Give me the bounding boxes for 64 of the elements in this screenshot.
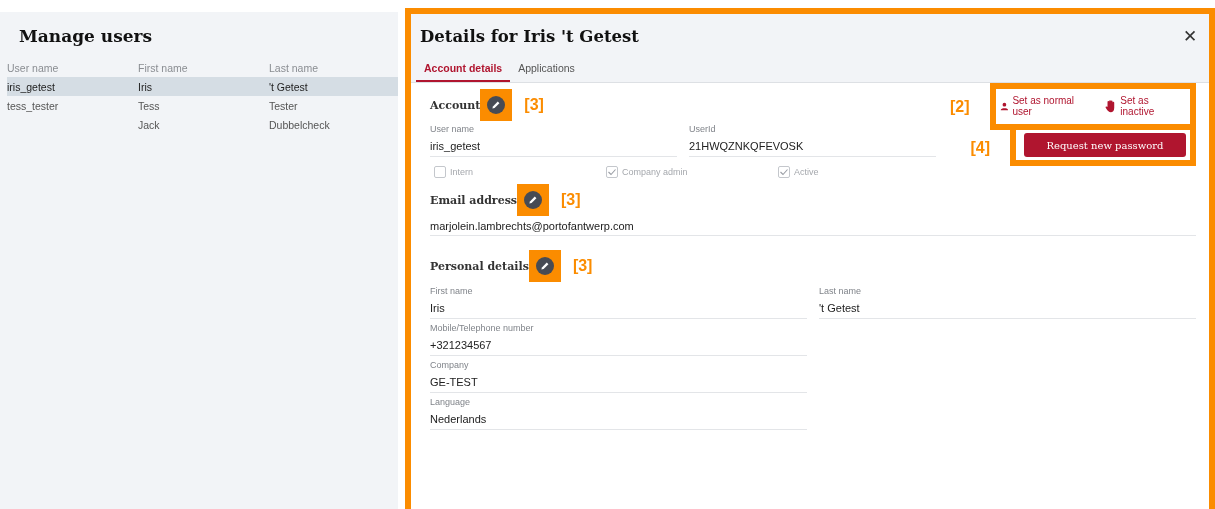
- checkbox[interactable]: [778, 166, 790, 178]
- text-field[interactable]: Last name 't Getest: [819, 286, 1196, 319]
- table-cell: Iris: [138, 80, 152, 93]
- table-cell: 't Getest: [269, 80, 308, 93]
- section-title: Email address: [430, 193, 518, 207]
- checkbox[interactable]: [434, 166, 446, 178]
- field-value: Iris: [430, 302, 446, 314]
- column-header: First name: [138, 61, 189, 74]
- table-cell: Jack: [138, 118, 160, 131]
- text-field[interactable]: UserId 21HWQZNKQFEVOSK: [689, 124, 936, 157]
- field-value: GE-TEST: [430, 376, 479, 388]
- column-header: User name: [7, 61, 60, 74]
- table-cell: tess_tester: [7, 99, 59, 112]
- request-password-button[interactable]: Request new password: [1024, 133, 1186, 157]
- field-label: First name: [430, 286, 474, 296]
- annotation-label: [3]: [572, 257, 593, 275]
- table-cell: Tester: [269, 99, 298, 112]
- page-title: Manage users: [19, 26, 154, 46]
- tab[interactable]: Applications: [510, 57, 583, 82]
- field-label: Language: [430, 397, 472, 407]
- user-row[interactable]: iris_getest Iris 't Getest: [7, 77, 398, 96]
- text-field[interactable]: First name Iris: [430, 286, 807, 319]
- checkbox[interactable]: [606, 166, 618, 178]
- table-cell: Dubbelcheck: [269, 118, 330, 131]
- field-label: Last name: [819, 286, 863, 296]
- field-value: marjolein.lambrechts@portofantwerp.com: [430, 220, 635, 232]
- email-field[interactable]: marjolein.lambrechts@portofantwerp.com: [430, 220, 1196, 236]
- column-header: Last name: [269, 61, 320, 74]
- field-value: iris_getest: [430, 140, 482, 152]
- field-value: 21HWQZNKQFEVOSK: [689, 140, 805, 152]
- text-field[interactable]: Company GE-TEST: [430, 360, 807, 393]
- field-label: Company: [430, 360, 470, 370]
- annotation-label: [3]: [524, 96, 544, 114]
- field-label: UserId: [689, 124, 717, 134]
- section-title: Account: [430, 98, 481, 112]
- field-value: +321234567: [430, 339, 493, 351]
- text-field[interactable]: Language Nederlands: [430, 397, 807, 430]
- field-label: Mobile/Telephone number: [430, 323, 535, 333]
- person-icon: [999, 101, 1009, 111]
- field-value: Nederlands: [430, 413, 488, 425]
- table-cell: Tess: [138, 99, 160, 112]
- table-cell: iris_getest: [7, 80, 55, 93]
- section-title: Personal details: [430, 259, 529, 273]
- dialog-title: Details for Iris 't Getest: [420, 27, 639, 46]
- close-button[interactable]: ✕: [1181, 26, 1199, 47]
- checkbox-label: Company admin: [622, 167, 688, 177]
- checkbox-label: Active: [794, 167, 819, 177]
- user-row[interactable]: Jack Dubbelcheck: [7, 115, 398, 134]
- field-label: User name: [430, 124, 475, 134]
- edit-icon[interactable]: [487, 96, 506, 114]
- action-link[interactable]: Set as inactive: [1104, 95, 1184, 117]
- edit-icon[interactable]: [535, 257, 554, 275]
- user-row[interactable]: tess_tester Tess Tester: [7, 96, 398, 115]
- annotation-label: [2]: [950, 97, 970, 116]
- field-value: 't Getest: [819, 302, 861, 314]
- tab[interactable]: Account details: [416, 57, 511, 82]
- checkbox-label: Intern: [450, 167, 473, 177]
- annotation-label: [3]: [561, 191, 581, 209]
- action-link[interactable]: Set as normal user: [999, 95, 1095, 117]
- edit-icon[interactable]: [524, 191, 543, 209]
- text-field[interactable]: User name iris_getest: [430, 124, 677, 157]
- text-field[interactable]: Mobile/Telephone number +321234567: [430, 323, 807, 356]
- hand-icon: [1104, 99, 1117, 113]
- annotation-label: [4]: [970, 139, 990, 157]
